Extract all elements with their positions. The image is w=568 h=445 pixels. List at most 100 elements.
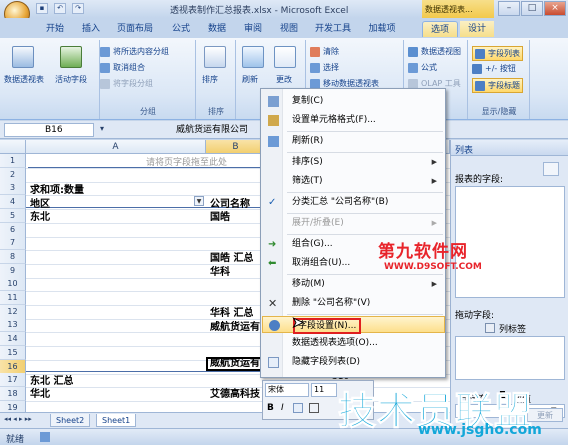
group-field-label: 将字段分组 (113, 79, 153, 88)
menu-item-hide-field-list[interactable]: 隐藏字段列表(D) (262, 354, 445, 371)
row-header[interactable]: 7 (0, 236, 26, 250)
field-list-box[interactable] (455, 186, 565, 298)
font-size-select[interactable]: 11 (311, 383, 337, 397)
font-name-select[interactable]: 宋体 (265, 383, 309, 397)
row-header[interactable]: 14 (0, 332, 26, 346)
cell-b9[interactable]: 华科 (210, 263, 230, 278)
maximize-icon[interactable]: □ (521, 1, 543, 16)
menu-item-filter[interactable]: 筛选(T) ▶ (262, 173, 445, 190)
ungroup-button[interactable]: 取消组合 (100, 62, 145, 73)
active-cell-b16[interactable]: 威航货运有 (206, 357, 268, 371)
menu-item-delete[interactable]: ✕ 删除 "公司名称"(V) (262, 295, 445, 312)
hide-field-list-icon (268, 357, 279, 368)
refresh-icon[interactable] (242, 46, 264, 68)
align-center-icon[interactable] (293, 403, 303, 413)
name-box[interactable]: B16 (4, 123, 94, 137)
macro-record-icon[interactable] (40, 432, 50, 442)
pane-layout-icon[interactable] (543, 162, 559, 176)
menu-item-refresh[interactable]: 刷新(R) (262, 133, 445, 150)
sheet-tab-sheet1[interactable]: Sheet1 (96, 414, 137, 427)
group-field-icon (100, 78, 110, 89)
row-header[interactable]: 2 (0, 168, 26, 182)
redo-icon[interactable]: ↷ (72, 3, 84, 14)
active-field-icon[interactable] (60, 46, 82, 68)
cell-b18[interactable]: 艾德高科技 (210, 385, 260, 400)
cell-b8[interactable]: 国皓 汇总 (210, 249, 253, 264)
row-header[interactable]: 3 (0, 181, 26, 195)
row-header[interactable]: 15 (0, 346, 26, 360)
field-header-button[interactable]: 字段标题 (472, 78, 523, 93)
pivot-table-icon[interactable] (12, 46, 34, 68)
cell-b5[interactable]: 国皓 (210, 208, 230, 223)
tab-design[interactable]: 设计 (460, 21, 494, 37)
tab-data[interactable]: 数据 (202, 21, 232, 37)
bold-icon[interactable]: B (267, 403, 274, 413)
close-icon[interactable]: × (544, 1, 566, 16)
row-header[interactable]: 11 (0, 291, 26, 305)
menu-item-field-settings[interactable]: 字段设置(N)... (262, 316, 445, 334)
group-selection-button[interactable]: 将所选内容分组 (100, 46, 169, 57)
minimize-icon[interactable]: – (498, 1, 520, 16)
row-header[interactable]: 12 (0, 305, 26, 319)
cell-b13[interactable]: 威航货运有 (210, 318, 260, 333)
cell-a5[interactable]: 东北 (30, 208, 50, 223)
formula-button[interactable]: 公式 (408, 62, 437, 73)
row-header[interactable]: 1 (0, 154, 26, 168)
tab-view[interactable]: 视图 (274, 21, 304, 37)
menu-item-pivot-options[interactable]: 数据透视表选项(O)... (262, 335, 445, 352)
column-header-b[interactable]: B (206, 140, 266, 154)
menu-item-format-cells[interactable]: 设置单元格格式(F)... (262, 112, 445, 129)
row-header[interactable]: 9 (0, 264, 26, 278)
italic-icon[interactable]: I (281, 403, 284, 413)
column-drop-zone[interactable] (455, 336, 565, 380)
column-labels-area[interactable]: 列标签 (499, 322, 526, 335)
sheet-tab-sheet2[interactable]: Sheet2 (50, 414, 91, 427)
undo-icon[interactable]: ↶ (54, 3, 66, 14)
tab-home[interactable]: 开始 (38, 21, 72, 37)
pivot-chart-button[interactable]: 数据透视图 (408, 46, 461, 57)
change-source-icon[interactable] (274, 46, 296, 68)
row-header[interactable]: 16 (0, 360, 26, 374)
group-field-button[interactable]: 将字段分组 (100, 78, 153, 89)
select-button[interactable]: 选择 (310, 62, 339, 73)
active-field-button[interactable]: 活动字段 (55, 74, 87, 85)
region-filter-icon[interactable]: ▼ (194, 196, 204, 206)
change-source-button[interactable]: 更改 (276, 74, 292, 85)
tab-options[interactable]: 选项 (422, 21, 458, 37)
row-header[interactable]: 5 (0, 209, 26, 223)
menu-item-copy[interactable]: 复制(C) (262, 93, 445, 110)
sort-button[interactable]: 排序 (202, 74, 218, 85)
borders-icon[interactable] (309, 403, 319, 413)
sheet-nav-icon[interactable]: ◂◂ ◂ ▸ ▸▸ (4, 415, 32, 423)
cell-b12[interactable]: 华科 汇总 (210, 304, 253, 319)
menu-item-move[interactable]: 移动(M) ▶ (262, 276, 445, 293)
save-icon[interactable]: ▪ (36, 3, 48, 14)
row-header[interactable]: 8 (0, 250, 26, 264)
pivot-table-button[interactable]: 数据透视表 (4, 74, 44, 85)
row-header[interactable]: 17 (0, 373, 26, 387)
clear-button[interactable]: 清除 (310, 46, 339, 57)
select-label: 选择 (323, 63, 339, 72)
menu-item-subtotal[interactable]: ✓ 分类汇总 "公司名称"(B) (262, 194, 445, 211)
row-header[interactable]: 18 (0, 387, 26, 401)
column-header-a[interactable]: A (26, 140, 206, 154)
tab-insert[interactable]: 插入 (76, 21, 106, 37)
row-header[interactable]: 6 (0, 223, 26, 237)
row-header[interactable]: 10 (0, 277, 26, 291)
plus-minus-button[interactable]: +/- 按钮 (472, 63, 516, 74)
tab-review[interactable]: 审阅 (238, 21, 268, 37)
tab-formulas[interactable]: 公式 (166, 21, 196, 37)
menu-item-expand-collapse[interactable]: 展开/折叠(E) ▶ (262, 215, 445, 232)
sort-az-icon[interactable] (204, 46, 226, 68)
tab-addins[interactable]: 加载项 (362, 21, 402, 37)
row-header[interactable]: 13 (0, 318, 26, 332)
row-header[interactable]: 4 (0, 195, 26, 209)
tab-developer[interactable]: 开发工具 (310, 21, 356, 37)
refresh-button[interactable]: 刷新 (242, 74, 258, 85)
select-all-corner[interactable] (0, 140, 26, 154)
menu-item-sort[interactable]: 排序(S) ▶ (262, 154, 445, 171)
cell-a18[interactable]: 华北 (30, 385, 50, 400)
field-list-button[interactable]: 字段列表 (472, 46, 523, 61)
tab-page-layout[interactable]: 页面布局 (110, 21, 160, 37)
fx-icon[interactable]: ▾ (100, 124, 112, 136)
